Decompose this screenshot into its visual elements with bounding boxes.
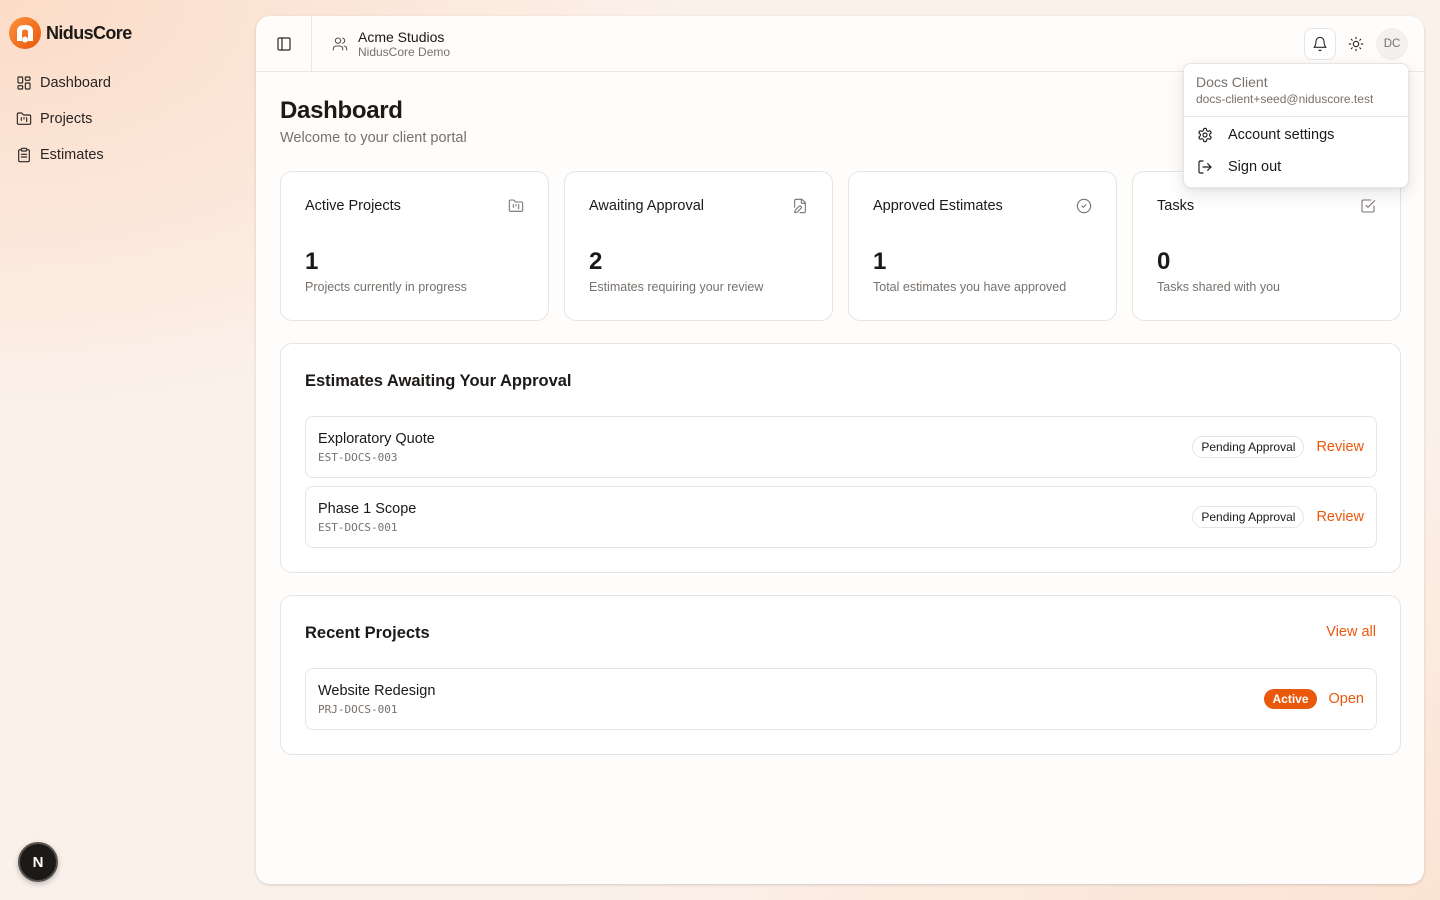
stat-value: 1 [305, 248, 319, 275]
status-badge: Pending Approval [1192, 436, 1305, 458]
menu-item-label: Sign out [1228, 159, 1282, 175]
stat-card-approved-estimates: Approved Estimates 1 Total estimates you… [848, 171, 1117, 321]
stat-title: Active Projects [305, 198, 401, 214]
file-pen-icon [792, 198, 808, 214]
avatar[interactable]: DC [1376, 28, 1408, 60]
estimate-name: Phase 1 Scope [318, 501, 417, 517]
panel-left-icon [276, 36, 291, 51]
sidebar-item-label: Projects [40, 111, 93, 127]
brand-name: NidusCore [46, 22, 132, 43]
sidebar-item-label: Estimates [40, 147, 104, 163]
bell-icon [1313, 36, 1327, 52]
project-code: PRJ-DOCS-001 [318, 703, 398, 716]
section-title: Recent Projects [305, 624, 430, 642]
org-switcher[interactable]: Acme Studios NidusCore Demo [332, 29, 450, 59]
niduscore-logo-icon [9, 17, 41, 49]
sidebar-item-dashboard[interactable]: Dashboard [8, 65, 240, 101]
org-subtitle: NidusCore Demo [358, 44, 451, 59]
brand[interactable]: NidusCore [8, 16, 132, 50]
sign-out-menu-item[interactable]: Sign out [1188, 152, 1404, 182]
estimate-name: Exploratory Quote [318, 431, 435, 447]
project-name: Website Redesign [318, 683, 436, 699]
org-name: Acme Studios [358, 28, 445, 45]
clipboard-icon [18, 147, 30, 163]
sidebar-nav: Dashboard Projects Estimates [8, 65, 240, 173]
stat-description: Projects currently in progress [305, 280, 467, 294]
stat-description: Estimates requiring your review [589, 280, 764, 294]
page-title: Dashboard [280, 97, 403, 124]
row-actions: Pending Approval Review [1192, 417, 1364, 477]
sidebar-item-label: Dashboard [40, 75, 111, 91]
stat-card-awaiting-approval: Awaiting Approval 2 Estimates requiring … [564, 171, 833, 321]
list-item[interactable]: Exploratory Quote EST-DOCS-003 Pending A… [305, 416, 1377, 478]
page-subtitle: Welcome to your client portal [280, 130, 467, 146]
status-badge: Active [1264, 689, 1317, 709]
folder-icon [16, 112, 32, 125]
estimate-code: EST-DOCS-003 [318, 451, 398, 464]
row-actions: Active Open [1264, 669, 1364, 729]
stat-value: 0 [1157, 248, 1171, 275]
stat-title: Approved Estimates [873, 198, 1003, 214]
review-button[interactable]: Review [1316, 509, 1364, 525]
section-title: Estimates Awaiting Your Approval [305, 372, 572, 390]
check-square-icon [1360, 198, 1376, 214]
sidebar-item-estimates[interactable]: Estimates [8, 137, 240, 173]
stat-title: Tasks [1157, 198, 1195, 214]
menu-item-label: Account settings [1228, 127, 1335, 143]
theme-toggle-button[interactable] [1340, 28, 1372, 60]
log-out-icon [1198, 160, 1212, 174]
layout-dashboard-icon [17, 76, 31, 90]
user-email: docs-client+seed@niduscore.test [1196, 92, 1374, 106]
sidebar: NidusCore Dashboard Projects Estimates N [0, 0, 256, 900]
review-button[interactable]: Review [1316, 439, 1364, 455]
stats-grid: Active Projects 1 Projects currently in … [280, 171, 1401, 321]
view-all-link[interactable]: View all [1326, 624, 1376, 640]
account-settings-menu-item[interactable]: Account settings [1188, 120, 1404, 150]
stat-description: Total estimates you have approved [873, 280, 1067, 294]
devtools-button[interactable]: N [18, 842, 58, 882]
row-actions: Pending Approval Review [1192, 487, 1364, 547]
sidebar-toggle-button[interactable] [256, 16, 312, 72]
top-actions: DC [1304, 28, 1408, 60]
devtools-label: N [32, 853, 44, 871]
estimate-code: EST-DOCS-001 [318, 521, 398, 534]
stat-card-active-projects: Active Projects 1 Projects currently in … [280, 171, 549, 321]
stat-title: Awaiting Approval [589, 198, 705, 214]
notifications-button[interactable] [1304, 28, 1336, 60]
sun-icon [1348, 36, 1364, 52]
open-button[interactable]: Open [1329, 691, 1364, 707]
folder-kanban-icon [508, 198, 524, 214]
approvals-section: Estimates Awaiting Your Approval Explora… [280, 343, 1401, 573]
stat-value: 2 [589, 248, 603, 275]
avatar-initials: DC [1383, 38, 1401, 50]
recent-projects-section: Recent Projects View all Website Redesig… [280, 595, 1401, 755]
check-circle-icon [1076, 198, 1092, 214]
list-item[interactable]: Phase 1 Scope EST-DOCS-001 Pending Appro… [305, 486, 1377, 548]
sidebar-item-projects[interactable]: Projects [8, 101, 240, 137]
status-badge: Pending Approval [1192, 506, 1305, 528]
user-menu-dropdown: Docs Client docs-client+seed@niduscore.t… [1183, 63, 1409, 188]
stat-card-tasks: Tasks 0 Tasks shared with you [1132, 171, 1401, 321]
menu-divider [1184, 116, 1408, 117]
stat-description: Tasks shared with you [1157, 280, 1280, 294]
list-item[interactable]: Website Redesign PRJ-DOCS-001 Active Ope… [305, 668, 1377, 730]
gear-icon [1198, 127, 1212, 143]
user-name: Docs Client [1196, 74, 1268, 90]
users-icon [332, 36, 348, 51]
stat-value: 1 [873, 248, 887, 275]
